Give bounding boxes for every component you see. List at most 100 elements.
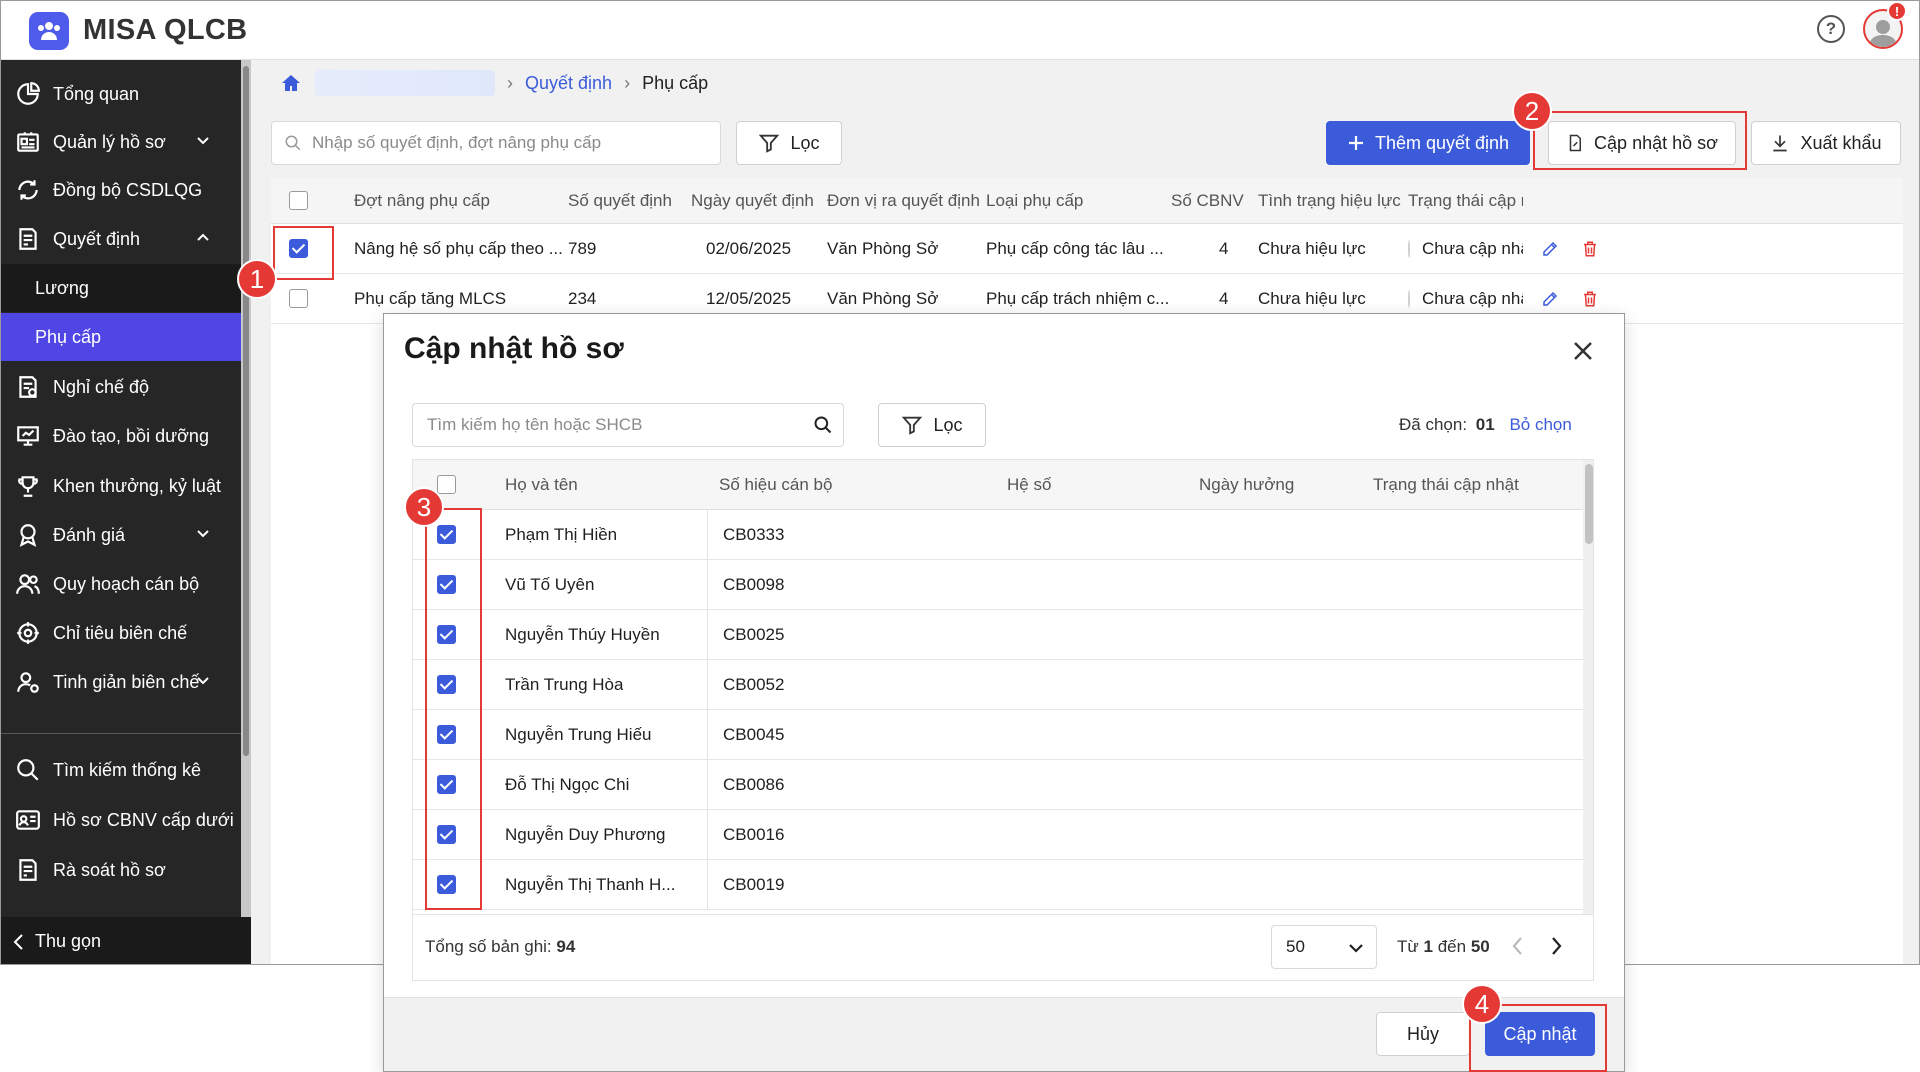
sidebar-item-label: Quy hoạch cán bộ (53, 573, 200, 594)
deselect-link[interactable]: Bỏ chọn (1509, 415, 1571, 434)
cancel-button[interactable]: Hủy (1376, 1012, 1470, 1056)
sidebar-item-tim-kiem[interactable]: Tìm kiếm thống kê (1, 746, 241, 794)
sidebar-item-khen-thuong[interactable]: Khen thưởng, kỷ luật (1, 462, 241, 510)
column-header[interactable]: Đơn vị ra quyết định (827, 178, 980, 223)
home-icon[interactable] (281, 73, 301, 93)
column-header[interactable]: Số hiệu cán bộ (719, 460, 832, 509)
export-button[interactable]: Xuất khẩu (1751, 121, 1901, 165)
column-header[interactable]: Trạng thái cập nh (1408, 178, 1523, 223)
update-profile-button[interactable]: Cập nhật hồ sơ (1548, 121, 1736, 165)
add-decision-label: Thêm quyết định (1374, 132, 1510, 153)
sidebar-item-dao-tao[interactable]: Đào tạo, bồi dưỡng (1, 412, 241, 460)
column-header[interactable]: Trạng thái cập nhật (1373, 460, 1519, 509)
chevron-left-icon[interactable] (1511, 935, 1525, 962)
search-icon[interactable] (813, 415, 833, 435)
chevron-right-icon[interactable] (1549, 935, 1563, 962)
range-from-label: Từ (1397, 937, 1419, 956)
annotation-number: 4 (1462, 984, 1502, 1024)
sidebar-item-chi-tieu[interactable]: Chỉ tiêu biên chế (1, 609, 241, 657)
column-header[interactable]: Ngày hưởng (1199, 460, 1294, 509)
employee-row[interactable]: Nguyễn Trung Hiếu CB0045 (413, 710, 1583, 760)
annotation-number: 1 (237, 259, 277, 299)
row-checkbox[interactable] (437, 775, 456, 794)
delete-icon[interactable] (1581, 224, 1599, 273)
id-card-icon (16, 810, 40, 830)
employee-row[interactable]: Nguyễn Thúy Huyền CB0025 (413, 610, 1583, 660)
column-header[interactable]: Họ và tên (505, 460, 578, 509)
table-row[interactable]: Nâng hệ số phụ cấp theo ... 789 02/06/20… (271, 224, 1903, 274)
employee-row[interactable]: Trần Trung Hòa CB0052 (413, 660, 1583, 710)
cell-name: Vũ Tố Uyên (505, 574, 595, 594)
sidebar-item-label: Đào tạo, bồi dưỡng (53, 425, 209, 446)
sidebar-item-dong-bo[interactable]: Đồng bộ CSDLQG (1, 166, 241, 214)
row-checkbox[interactable] (437, 875, 456, 894)
close-icon[interactable] (1568, 336, 1598, 366)
employee-row[interactable]: Vũ Tố Uyên CB0098 (413, 560, 1583, 610)
sidebar-item-phu-cap[interactable]: Phụ cấp (1, 313, 241, 361)
sidebar-item-tinh-gian[interactable]: Tinh giản biên chế (1, 658, 241, 706)
modal-filter-button[interactable]: Lọc (878, 403, 986, 447)
chevron-right-icon: › (507, 72, 513, 93)
column-header[interactable]: Tình trạng hiệu lực (1258, 178, 1401, 223)
row-checkbox[interactable] (437, 525, 456, 544)
users-icon (16, 574, 40, 594)
sidebar-item-tong-quan[interactable]: Tổng quan (1, 70, 241, 118)
column-header[interactable]: Số CBNV (1171, 178, 1244, 223)
sidebar-item-danh-gia[interactable]: Đánh giá (1, 511, 241, 559)
sidebar-item-label: Hồ sơ CBNV cấp dưới (53, 809, 234, 830)
cell-code: CB0045 (723, 724, 785, 744)
decision-search-input[interactable] (312, 133, 692, 153)
employee-row[interactable]: Đỗ Thị Ngọc Chi CB0086 (413, 760, 1583, 810)
employee-row[interactable]: Nguyễn Thị Thanh H... CB0019 (413, 860, 1583, 910)
edit-icon[interactable] (1541, 224, 1559, 273)
select-all-checkbox[interactable] (437, 475, 456, 494)
employee-table-scrollbar[interactable] (1583, 460, 1593, 980)
chevron-right-icon: › (624, 72, 631, 93)
sidebar-item-label: Nghỉ chế độ (53, 376, 150, 397)
row-checkbox[interactable] (437, 625, 456, 644)
filter-button[interactable]: Lọc (736, 121, 842, 165)
employee-row[interactable]: Phạm Thị Hiền CB0333 (413, 510, 1583, 560)
sidebar-item-ho-so-cap-duoi[interactable]: Hồ sơ CBNV cấp dưới (1, 796, 241, 844)
sidebar-item-ra-soat[interactable]: Rà soát hồ sơ (1, 846, 241, 894)
row-checkbox[interactable] (289, 289, 308, 308)
cell-validity: Chưa hiệu lực (1258, 238, 1366, 258)
download-icon (1773, 135, 1788, 152)
trophy-icon (18, 476, 38, 497)
row-checkbox[interactable] (437, 825, 456, 844)
sidebar-item-nghi-che-do[interactable]: Nghỉ chế độ (1, 363, 241, 411)
sidebar-item-quyet-dinh[interactable]: Quyết định (1, 215, 241, 263)
cell-status: Chưa cập nhậ (1422, 288, 1523, 308)
select-all-checkbox[interactable] (289, 191, 308, 210)
decision-search (271, 121, 721, 165)
breadcrumb-quyet-dinh[interactable]: Quyết định (525, 73, 612, 94)
award-icon (19, 524, 37, 547)
column-header[interactable]: Hệ số (1007, 460, 1051, 509)
cell-name: Nguyễn Duy Phương (505, 824, 666, 844)
breadcrumb-hidden-item[interactable] (315, 70, 495, 96)
column-header[interactable]: Ngày quyết định (691, 178, 814, 223)
plus-icon (1348, 136, 1363, 150)
help-icon[interactable]: ? (1817, 15, 1845, 43)
page-size-value: 50 (1286, 937, 1305, 956)
column-header[interactable]: Số quyết định (568, 178, 672, 223)
row-checkbox[interactable] (289, 239, 308, 258)
employee-search-input[interactable] (427, 415, 797, 435)
row-checkbox[interactable] (437, 675, 456, 694)
sidebar-item-luong[interactable]: Lương (1, 264, 241, 312)
page-size-select[interactable]: 50 (1271, 925, 1377, 969)
modal-filter-label: Lọc (933, 414, 963, 435)
employee-row[interactable]: Nguyễn Duy Phương CB0016 (413, 810, 1583, 860)
column-header[interactable]: Đợt nâng phụ cấp (354, 178, 490, 223)
sidebar-item-quy-hoach[interactable]: Quy hoạch cán bộ (1, 560, 241, 608)
row-checkbox[interactable] (437, 575, 456, 594)
sidebar-item-quan-ly-ho-so[interactable]: Quản lý hồ sơ (1, 118, 241, 166)
submit-update-button[interactable]: Cập nhật (1485, 1012, 1595, 1056)
row-checkbox[interactable] (437, 725, 456, 744)
sidebar-scrollbar[interactable] (241, 60, 251, 964)
collapse-button[interactable]: Thu gọn (1, 917, 251, 964)
add-decision-button[interactable]: Thêm quyết định (1326, 121, 1530, 165)
breadcrumb: › Quyết định › Phụ cấp (281, 68, 708, 98)
top-bar: MISA QLCB ? ! (1, 1, 1919, 60)
column-header[interactable]: Loại phụ cấp (986, 178, 1083, 223)
